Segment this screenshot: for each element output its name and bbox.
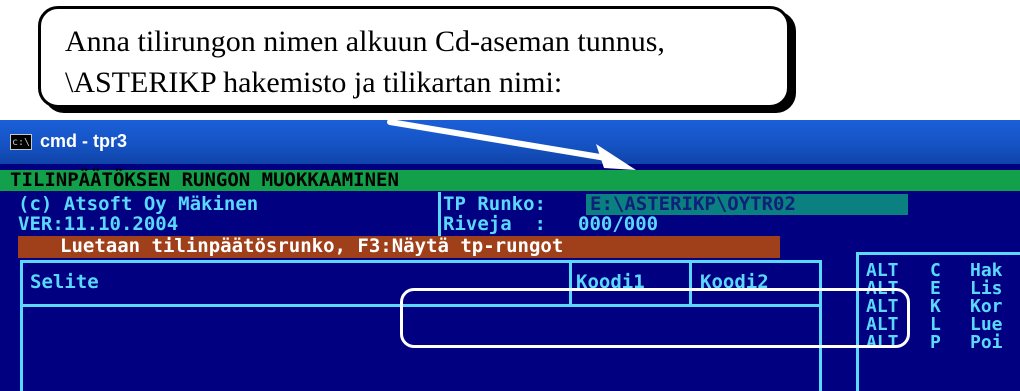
pointer-arrow [387,119,636,170]
pointer-arrow-shaft [387,119,609,161]
pointer-arrow-head [596,144,636,170]
